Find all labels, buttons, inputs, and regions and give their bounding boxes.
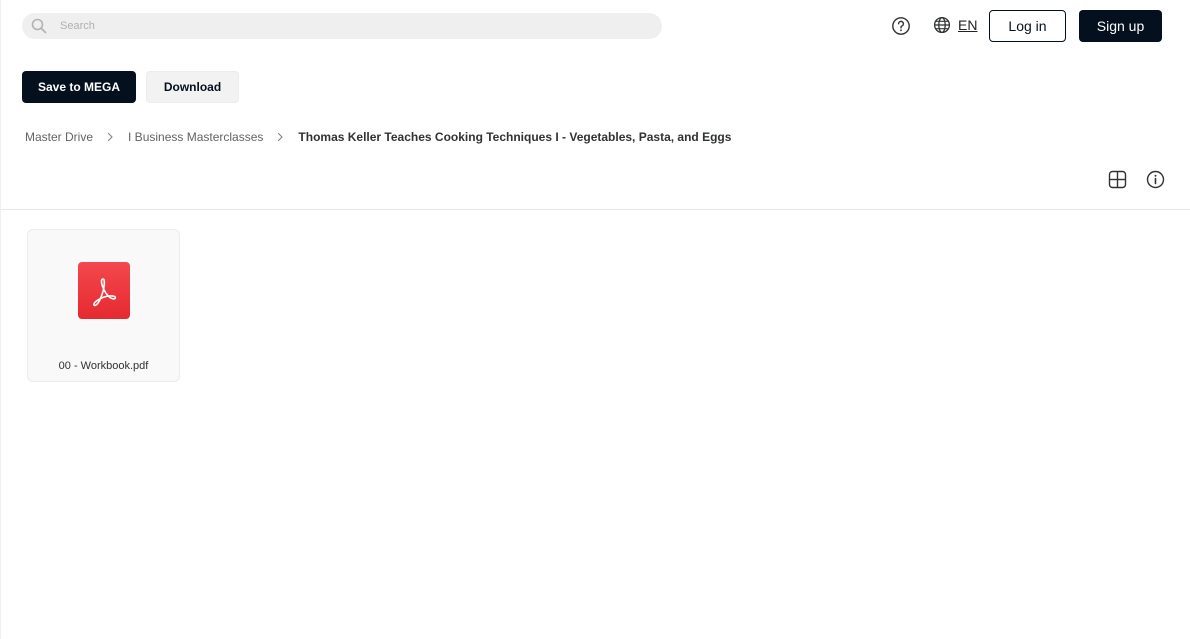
chevron-right-icon xyxy=(275,132,285,142)
save-to-mega-button[interactable]: Save to MEGA xyxy=(22,71,136,103)
help-icon[interactable] xyxy=(891,16,911,36)
grid-view-icon[interactable] xyxy=(1108,170,1127,189)
breadcrumb-item-current-folder: Thomas Keller Teaches Cooking Techniques… xyxy=(298,130,732,144)
language-selector[interactable]: EN xyxy=(958,17,977,33)
search-bar[interactable] xyxy=(22,13,662,39)
file-card[interactable]: 00 - Workbook.pdf xyxy=(27,229,180,382)
signup-button[interactable]: Sign up xyxy=(1079,10,1162,42)
pdf-icon xyxy=(78,262,130,319)
login-button[interactable]: Log in xyxy=(989,10,1066,42)
search-icon xyxy=(31,18,47,34)
chevron-right-icon xyxy=(105,132,115,142)
download-button[interactable]: Download xyxy=(146,71,239,103)
breadcrumb: Master Drive I Business Masterclasses Th… xyxy=(25,130,731,144)
search-input[interactable] xyxy=(60,14,662,38)
info-icon[interactable] xyxy=(1146,170,1165,189)
breadcrumb-item-business-masterclasses[interactable]: I Business Masterclasses xyxy=(128,130,263,144)
divider xyxy=(1,209,1190,210)
globe-icon xyxy=(933,16,951,34)
breadcrumb-item-master-drive[interactable]: Master Drive xyxy=(25,130,93,144)
file-name: 00 - Workbook.pdf xyxy=(58,360,149,372)
page: EN Log in Sign up Save to MEGA Download … xyxy=(0,0,1190,639)
